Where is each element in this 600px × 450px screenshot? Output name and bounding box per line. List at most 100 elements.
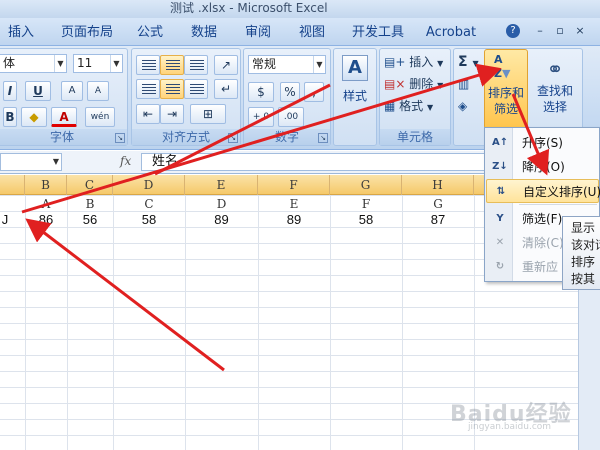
table-cell[interactable]: 87 (402, 212, 474, 228)
underline-button[interactable]: U (25, 81, 51, 101)
sort-filter-icon: A Z▼ (494, 53, 511, 80)
tab-formulas[interactable]: 公式 (132, 22, 168, 44)
column-header-h[interactable]: H (402, 175, 474, 195)
decrease-indent-icon[interactable]: ⇤ (136, 104, 160, 124)
minimize-ribbon-icon[interactable]: – (532, 23, 548, 39)
column-header-f[interactable]: F (258, 175, 330, 195)
align-lines-icon (166, 84, 180, 94)
table-cell[interactable]: G (402, 196, 474, 212)
orientation-icon[interactable]: ↗ (214, 55, 238, 75)
tab-insert[interactable]: 插入 (4, 22, 38, 44)
increase-decimal-button[interactable]: +.0 (248, 107, 274, 127)
bold-button[interactable]: B (3, 107, 17, 127)
table-cell[interactable]: E (258, 196, 330, 212)
delete-cells-button[interactable]: ▤× 删除 ▼ (384, 75, 443, 93)
chevron-down-icon: ▼ (472, 59, 479, 68)
chevron-down-icon: ▼ (110, 55, 122, 72)
align-bottom-button[interactable] (184, 55, 208, 75)
align-lines-icon (142, 84, 156, 94)
sort-filter-button[interactable]: A Z▼ 排序和 筛选 (484, 49, 528, 129)
menu-item-label: 清除(C) (522, 236, 564, 250)
align-left-button[interactable] (136, 79, 160, 99)
menu-item-sort-ascending[interactable]: A↑ 升序(S) (486, 131, 599, 155)
table-cell[interactable]: 89 (185, 212, 258, 228)
column-header-g[interactable]: G (330, 175, 402, 195)
italic-button[interactable]: I (3, 81, 17, 101)
column-header-e[interactable]: E (185, 175, 258, 195)
chevron-down-icon: ▼ (437, 81, 444, 90)
fill-button[interactable]: ▥ (458, 75, 469, 93)
table-cell[interactable]: 86 (25, 212, 67, 228)
grid-line (330, 195, 331, 450)
number-format-value: 常规 (252, 57, 277, 71)
menu-item-label: 自定义排序(U)... (523, 185, 600, 199)
currency-button[interactable]: $ (248, 82, 274, 102)
menu-item-custom-sort[interactable]: ⇅ 自定义排序(U)... (486, 179, 600, 203)
table-cell-partial[interactable]: J (0, 212, 10, 228)
find-select-button[interactable]: ⚭ 查找和 选择 (532, 49, 578, 129)
tab-view[interactable]: 视图 (294, 22, 330, 44)
table-cell[interactable]: 58 (113, 212, 185, 228)
close-window-icon[interactable]: × (572, 23, 588, 39)
table-cell[interactable]: A (25, 196, 67, 212)
name-box[interactable]: ▼ (0, 153, 62, 171)
fill-color-icon[interactable]: ◆ (21, 107, 47, 127)
dialog-launcher-icon[interactable]: ↘ (318, 133, 328, 143)
column-header-b[interactable]: B (25, 175, 67, 195)
font-name-combo[interactable]: 体 ▼ (0, 54, 67, 73)
restore-window-icon[interactable]: ▫ (552, 23, 568, 39)
align-middle-button[interactable] (160, 55, 184, 75)
font-size-combo[interactable]: 11 ▼ (73, 54, 123, 73)
shrink-font-button[interactable]: A (87, 81, 109, 101)
tab-review[interactable]: 审阅 (240, 22, 276, 44)
align-top-button[interactable] (136, 55, 160, 75)
percent-button[interactable]: % (280, 82, 300, 102)
styles-button[interactable]: A 样式 (338, 55, 372, 125)
font-name-value: 体 (3, 56, 16, 70)
table-cell[interactable]: C (113, 196, 185, 212)
fx-icon[interactable]: fx (120, 154, 131, 168)
grow-font-button[interactable]: A (61, 81, 83, 101)
table-cell[interactable]: 58 (330, 212, 402, 228)
decrease-decimal-button[interactable]: .00 (278, 107, 304, 127)
chevron-down-icon: ▼ (427, 103, 434, 112)
tooltip: 显示 该对话 排序 按其 (562, 216, 600, 290)
merge-center-icon[interactable]: ⊞ (190, 104, 226, 124)
wrap-text-icon[interactable]: ↵ (214, 79, 238, 99)
column-header-c[interactable]: C (67, 175, 113, 195)
format-cells-button[interactable]: ▦ 格式 ▼ (384, 97, 433, 115)
tab-page-layout[interactable]: 页面布局 (56, 22, 118, 44)
column-header-d[interactable]: D (113, 175, 185, 195)
tooltip-line: 显示 (571, 221, 596, 235)
window-title: 测试 .xlsx - Microsoft Excel (170, 1, 328, 15)
menu-item-sort-descending[interactable]: Z↓ 降序(O) (486, 155, 599, 179)
dialog-launcher-icon[interactable]: ↘ (228, 133, 238, 143)
tab-acrobat[interactable]: Acrobat (424, 22, 478, 44)
column-header-partial[interactable] (0, 175, 25, 195)
increase-indent-icon[interactable]: ⇥ (160, 104, 184, 124)
font-color-button[interactable]: A (51, 107, 77, 127)
insert-cells-button[interactable]: ▤+ 插入 ▼ (384, 53, 443, 71)
table-cell[interactable]: 56 (67, 212, 113, 228)
dialog-launcher-icon[interactable]: ↘ (115, 133, 125, 143)
autosum-button[interactable]: Σ ▼ (458, 53, 479, 71)
clear-button[interactable]: ◈ (458, 97, 467, 115)
table-cell[interactable]: B (67, 196, 113, 212)
align-right-button[interactable] (184, 79, 208, 99)
custom-sort-icon: ⇅ (496, 186, 506, 197)
menu-item-label: 升序(S) (522, 136, 563, 150)
grid-line (113, 195, 114, 450)
styles-group: A 样式 (333, 48, 377, 146)
alignment-group: ↗ ↵ ⇤ ⇥ ⊞ 对齐方式 ↘ (131, 48, 241, 146)
tab-data[interactable]: 数据 (186, 22, 222, 44)
table-cell[interactable]: D (185, 196, 258, 212)
table-cell[interactable]: 89 (258, 212, 330, 228)
insert-label: 插入 (409, 55, 434, 69)
table-cell[interactable]: F (330, 196, 402, 212)
align-center-button[interactable] (160, 79, 184, 99)
number-format-combo[interactable]: 常规 ▼ (248, 55, 326, 74)
tab-developer[interactable]: 开发工具 (348, 22, 408, 44)
help-icon[interactable]: ? (506, 24, 520, 38)
phonetic-button[interactable]: wén (85, 107, 115, 127)
comma-button[interactable]: , (304, 82, 324, 102)
